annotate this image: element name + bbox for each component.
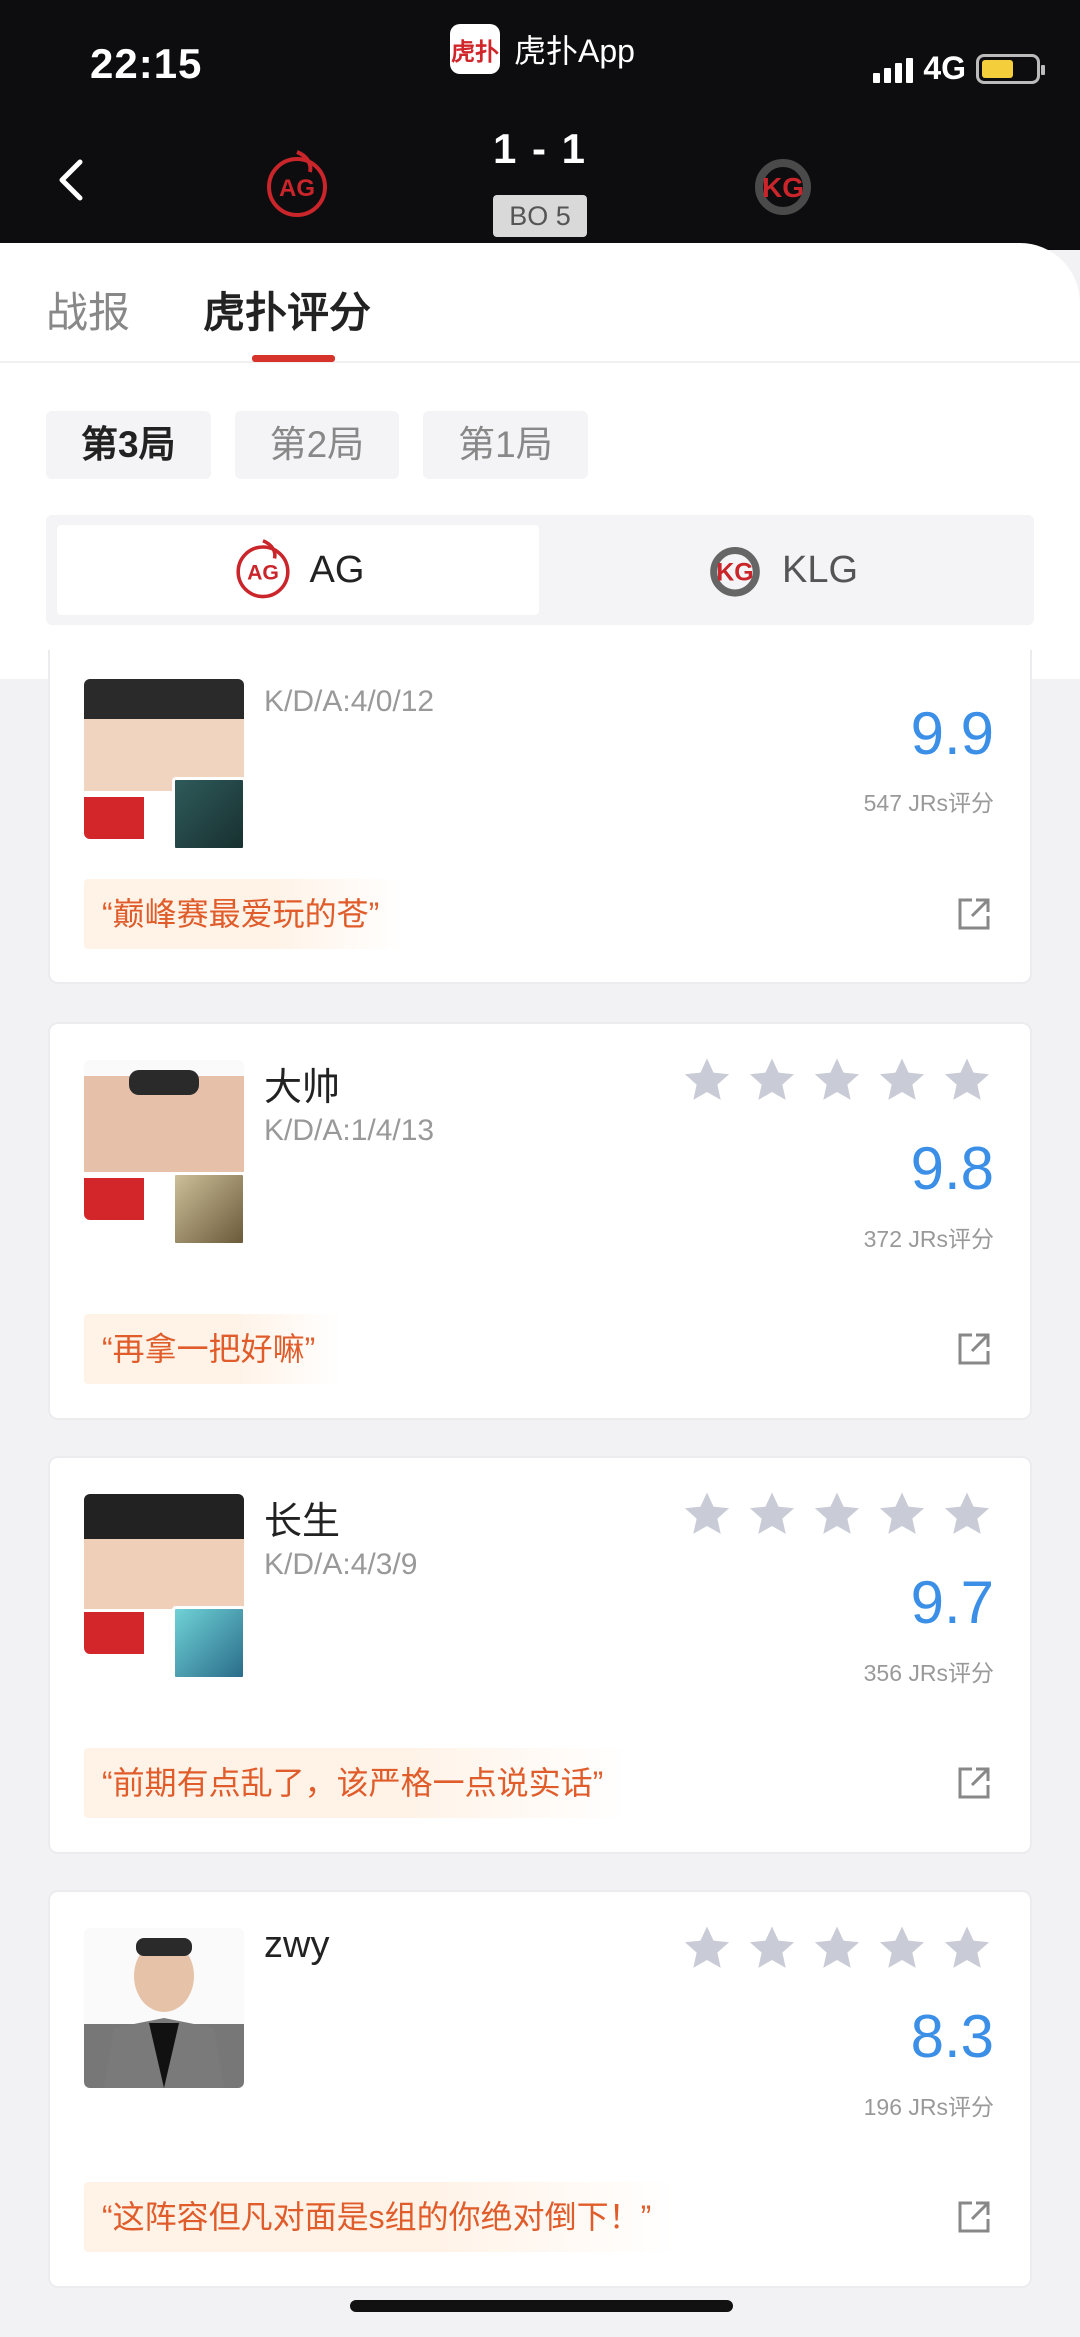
player-rating: 9.7 <box>910 1569 994 1636</box>
player-avatar <box>84 1928 244 2088</box>
tab-report[interactable]: 战报 <box>46 279 130 340</box>
share-icon[interactable] <box>954 2197 994 2237</box>
share-icon[interactable] <box>954 1329 994 1369</box>
round-1-button[interactable]: 第1局 <box>423 411 588 479</box>
tab-hupu-rating[interactable]: 虎扑评分 <box>203 279 371 340</box>
rating-stars[interactable] <box>680 1054 994 1108</box>
player-name: 大帅 <box>264 1067 341 1109</box>
player-card-1[interactable]: K/D/A:4/0/12 9.9 547 JRs评分 “巅峰赛最爱玩的苍” <box>48 679 1032 984</box>
player-kda: K/D/A:4/3/9 <box>264 1548 418 1581</box>
player-votes: 196 JRs评分 <box>863 2094 994 2120</box>
player-kda: K/D/A:1/4/13 <box>264 1114 435 1147</box>
round-3-button[interactable]: 第3局 <box>46 411 211 479</box>
team-ag-logo[interactable]: AG <box>262 150 332 220</box>
match-header: 22:15 虎扑 虎扑App 4G AG 1 - 1 BO 5 KG <box>0 0 1080 250</box>
team-ag-option[interactable]: AG AG <box>57 525 539 615</box>
player-quote[interactable]: “这阵容但凡对面是s组的你绝对倒下！” <box>84 2182 678 2252</box>
ag-logo-icon: AG <box>235 539 290 599</box>
star-icon[interactable] <box>680 1054 734 1108</box>
player-card-3[interactable]: 长生 K/D/A:4/3/9 9.7 356 JRs评分 “前期有点乱了，该严格… <box>48 1456 1032 1854</box>
player-rating: 9.9 <box>910 700 994 767</box>
battery-fill <box>982 59 1014 78</box>
team-ag-label: AG <box>309 548 365 591</box>
back-button[interactable] <box>50 155 90 205</box>
battery-icon <box>976 53 1045 84</box>
app-badge: 虎扑 虎扑App <box>450 24 635 74</box>
rating-panel: 战报 虎扑评分 第3局 第2局 第1局 AG AG KG KLG <box>0 243 1080 679</box>
player-card-2[interactable]: 大帅 K/D/A:1/4/13 9.8 372 JRs评分 “再拿一把好嘛” <box>48 1022 1032 1420</box>
tab-bar: 战报 虎扑评分 <box>0 243 1080 363</box>
active-tab-indicator <box>252 355 335 362</box>
star-icon[interactable] <box>810 1488 864 1542</box>
star-icon[interactable] <box>745 1488 799 1542</box>
team-klg-logo[interactable]: KG <box>748 150 818 220</box>
share-icon[interactable] <box>954 1763 994 1803</box>
player-votes: 372 JRs评分 <box>863 1226 994 1252</box>
player-votes: 356 JRs评分 <box>863 1660 994 1686</box>
hupu-logo-icon: 虎扑 <box>450 24 500 74</box>
player-photo-icon <box>104 1938 224 2088</box>
player-quote[interactable]: “再拿一把好嘛” <box>84 1314 342 1384</box>
round-2-button[interactable]: 第2局 <box>234 411 400 479</box>
star-icon[interactable] <box>745 1922 799 1976</box>
rating-stars[interactable] <box>680 1488 994 1542</box>
player-name: zwy <box>264 1924 330 1966</box>
klg-logo-icon: KG <box>710 546 760 597</box>
player-votes: 547 JRs评分 <box>863 790 994 816</box>
status-indicators: 4G <box>873 50 1045 87</box>
network-label: 4G <box>923 50 966 86</box>
player-name: 长生 <box>264 1501 341 1543</box>
team-klg-label: KLG <box>781 548 859 591</box>
svg-text:AG: AG <box>247 561 279 585</box>
star-icon[interactable] <box>940 1922 994 1976</box>
player-quote[interactable]: “前期有点乱了，该严格一点说实话” <box>84 1748 630 1818</box>
player-rating: 8.3 <box>910 2003 994 2070</box>
rating-stars[interactable] <box>680 1922 994 1976</box>
star-icon[interactable] <box>940 1054 994 1108</box>
signal-icon <box>873 55 914 83</box>
star-icon[interactable] <box>875 1488 929 1542</box>
klg-logo-icon: KG <box>755 159 811 215</box>
round-selector: 第3局 第2局 第1局 <box>46 411 588 479</box>
player-card-4[interactable]: zwy 8.3 196 JRs评分 “这阵容但凡对面是s组的你绝对倒下！” <box>48 1890 1032 2288</box>
app-name: 虎扑App <box>514 33 635 69</box>
status-time: 22:15 <box>90 40 203 87</box>
player-rating: 9.8 <box>910 1135 994 1202</box>
chevron-left-icon <box>59 159 83 201</box>
hero-icon <box>172 777 246 851</box>
star-icon[interactable] <box>745 1054 799 1108</box>
star-icon[interactable] <box>680 1922 734 1976</box>
team-selector: AG AG KG KLG <box>46 515 1034 625</box>
home-indicator[interactable] <box>350 2300 733 2312</box>
hero-icon <box>172 1172 246 1246</box>
star-icon[interactable] <box>875 1922 929 1976</box>
ag-logo-icon: AG <box>267 150 327 217</box>
player-kda: K/D/A:4/0/12 <box>264 685 435 718</box>
star-icon[interactable] <box>940 1488 994 1542</box>
svg-text:AG: AG <box>279 175 315 202</box>
share-icon[interactable] <box>954 894 994 934</box>
player-quote[interactable]: “巅峰赛最爱玩的苍” <box>84 879 406 949</box>
match-format-badge: BO 5 <box>493 195 587 237</box>
svg-text:KG: KG <box>716 560 753 587</box>
match-score: 1 - 1 <box>492 125 588 172</box>
svg-text:KG: KG <box>762 172 804 203</box>
star-icon[interactable] <box>875 1054 929 1108</box>
star-icon[interactable] <box>810 1054 864 1108</box>
star-icon[interactable] <box>680 1488 734 1542</box>
team-klg-option[interactable]: KG KLG <box>539 525 1023 615</box>
hero-icon <box>172 1606 246 1680</box>
star-icon[interactable] <box>810 1922 864 1976</box>
